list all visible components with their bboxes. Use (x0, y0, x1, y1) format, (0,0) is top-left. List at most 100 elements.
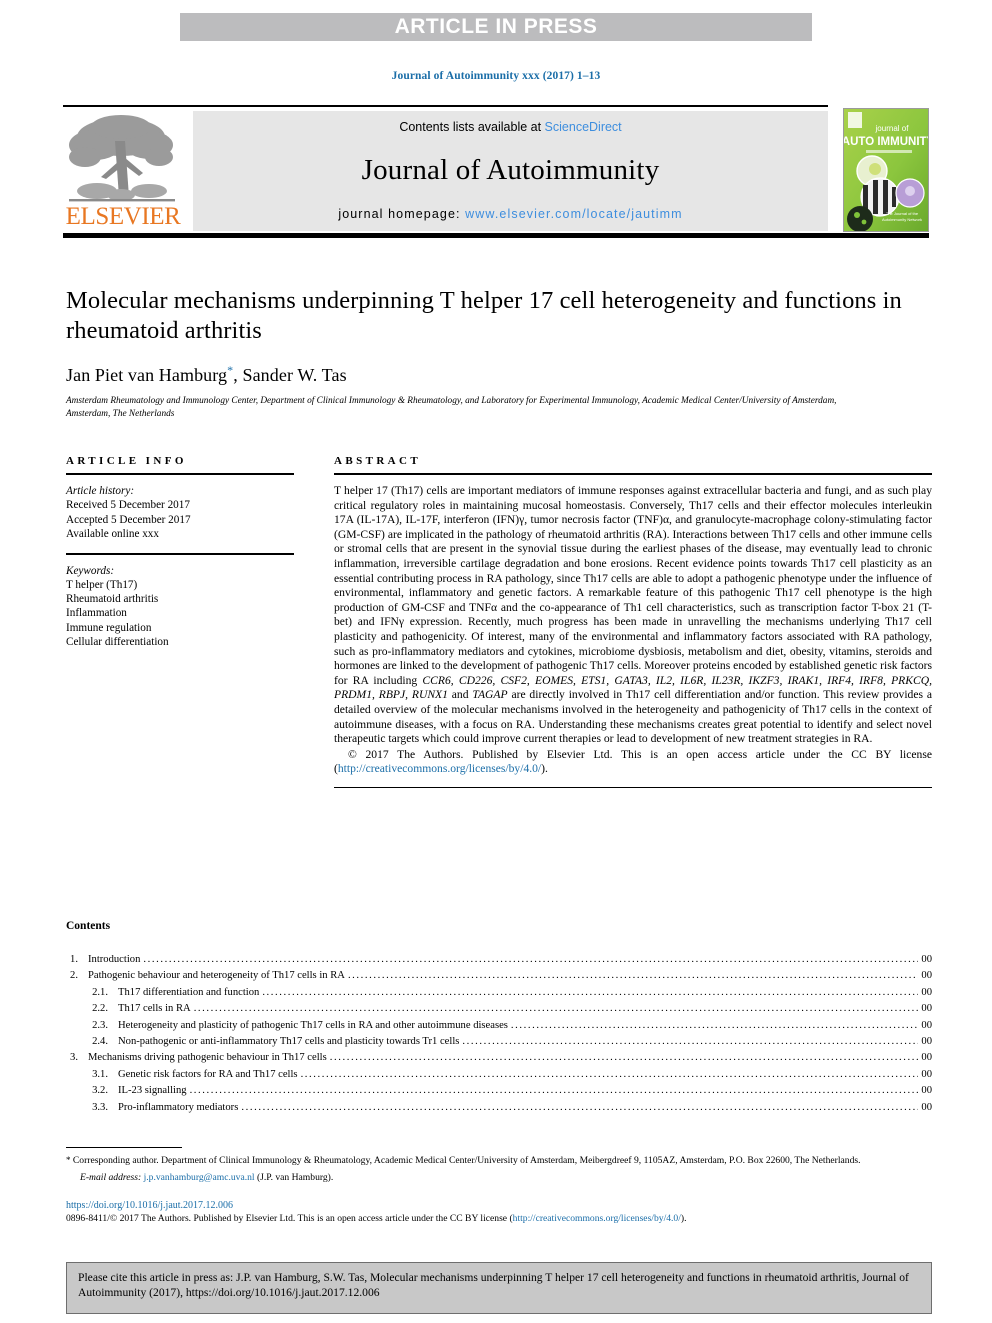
toc-label: Mechanisms driving pathogenic behaviour … (88, 1052, 327, 1064)
toc-leader-dots: ........................................… (510, 1019, 919, 1031)
toc-entry[interactable]: 1. Introduction ........................… (66, 952, 932, 968)
issn-end: ). (680, 1213, 687, 1225)
toc-number: 2.1. (92, 986, 108, 998)
journal-title: Journal of Autoimmunity (361, 154, 660, 186)
toc-label: Introduction (88, 954, 141, 965)
toc-number: 2.3. (92, 1019, 108, 1031)
toc-label: Th17 differentiation and function (118, 986, 260, 998)
toc-number: 2.4. (92, 1036, 108, 1048)
keyword-item: T helper (Th17) (66, 578, 138, 591)
toc-leader-dots: ........................................… (193, 1003, 919, 1015)
citation-text: Please cite this article in press as: J.… (78, 1271, 909, 1300)
toc-entry[interactable]: 2.3. Heterogeneity and plasticity of pat… (66, 1018, 932, 1034)
doi-link[interactable]: https://doi.org/10.1016/j.jaut.2017.12.0… (66, 1200, 932, 1211)
toc-entry[interactable]: 3.1. Genetic risk factors for RA and Th1… (66, 1067, 932, 1083)
issn-copyright-line: 0896-8411/© 2017 The Authors. Published … (66, 1213, 932, 1226)
elsevier-logo: ELSEVIER (63, 111, 183, 233)
author-secondary: , Sander W. Tas (233, 365, 347, 385)
toc-entry[interactable]: 3.2. IL-23 signalling ..................… (66, 1083, 932, 1099)
masthead-bottom-rule (63, 233, 929, 238)
article-history-received: Received 5 December 2017 (66, 499, 190, 512)
masthead-top-rule (63, 105, 828, 107)
keywords-divider-rule (66, 553, 294, 555)
toc-entry[interactable]: 3.3. Pro-inflammatory mediators ........… (66, 1100, 932, 1116)
toc-label: IL-23 signalling (118, 1085, 187, 1097)
keywords-label: Keywords: (66, 564, 115, 577)
corresponding-author-note: * Corresponding author. Department of Cl… (66, 1154, 932, 1168)
toc-entry[interactable]: 2. Pathogenic behaviour and heterogeneit… (66, 968, 932, 984)
abstract-rule (334, 473, 932, 475)
toc-leader-dots: ........................................… (329, 1052, 919, 1064)
toc-leader-dots: ........................................… (462, 1036, 918, 1048)
corresponding-author-text: Corresponding author. Department of Clin… (70, 1155, 861, 1167)
toc-label: Pathogenic behaviour and heterogeneity o… (88, 970, 345, 982)
toc-leader-dots: ........................................… (347, 970, 918, 982)
keyword-item: Cellular differentiation (66, 636, 169, 649)
article-info-heading: ARTICLE INFO (66, 455, 187, 467)
contents-available-prefix: Contents lists available at (399, 120, 545, 134)
keyword-item: Rheumatoid arthritis (66, 593, 159, 606)
toc-number: 3.1. (92, 1068, 108, 1080)
cc-license-link[interactable]: http://creativecommons.org/licenses/by/4… (338, 762, 541, 775)
toc-page-number: 00 (921, 1068, 932, 1080)
toc-label: Th17 cells in RA (118, 1003, 191, 1015)
toc-entry[interactable]: 3. Mechanisms driving pathogenic behavio… (66, 1050, 932, 1066)
svg-text:journal of: journal of (875, 124, 910, 133)
abstract-copyright: © 2017 The Authors. Published by Elsevie… (334, 748, 932, 777)
sciencedirect-link[interactable]: ScienceDirect (545, 120, 622, 134)
svg-text:The Journal of the: The Journal of the (886, 211, 919, 216)
toc-page-number: 00 (921, 986, 932, 998)
email-link[interactable]: j.p.vanhamburg@amc.uva.nl (144, 1172, 255, 1183)
toc-page-number: 00 (921, 1036, 932, 1048)
toc-page-number: 00 (921, 954, 932, 965)
abstract-end-rule (334, 786, 932, 789)
article-info-rule (66, 473, 294, 475)
article-in-press-banner: ARTICLE IN PRESS (180, 13, 812, 41)
elsevier-wordmark: ELSEVIER (65, 203, 181, 230)
article-history-accepted: Accepted 5 December 2017 (66, 513, 191, 526)
article-history-online: Available online xxx (66, 527, 159, 540)
footnotes-section: * Corresponding author. Department of Cl… (66, 1147, 932, 1226)
toc-leader-dots: ........................................… (189, 1085, 919, 1097)
keyword-item: Immune regulation (66, 621, 152, 634)
citation-box: Please cite this article in press as: J.… (66, 1262, 932, 1314)
journal-homepage-line: journal homepage: www.elsevier.com/locat… (338, 207, 682, 221)
toc-number: 1. (70, 954, 78, 965)
toc-entry[interactable]: 2.2. Th17 cells in RA ..................… (66, 1001, 932, 1017)
toc-entry[interactable]: 2.1. Th17 differentiation and function .… (66, 985, 932, 1001)
email-label: E-mail address: (80, 1171, 142, 1183)
title-block: Molecular mechanisms underpinning T help… (66, 286, 931, 420)
toc-number: 3. (70, 1052, 78, 1064)
abstract-heading: ABSTRACT (334, 455, 422, 467)
abstract-text: T helper 17 (Th17) cells are important m… (334, 484, 932, 747)
toc-number: 3.2. (92, 1085, 108, 1097)
elsevier-tree-icon (69, 115, 175, 202)
page-title: Molecular mechanisms underpinning T help… (66, 287, 902, 344)
toc-page-number: 00 (921, 1052, 932, 1064)
toc-leader-dots: ........................................… (262, 986, 919, 998)
toc-number: 3.3. (92, 1101, 108, 1113)
keywords-section: Keywords: T helper (Th17) Rheumatoid art… (66, 564, 294, 650)
abstract-gene-conjunction: and (447, 688, 473, 702)
journal-cover-art-icon: journal of AUTO IMMUNITY The Journal of … (844, 109, 928, 231)
abstract-gene-last: TAGAP (472, 688, 508, 702)
toc-page-number: 00 (921, 1019, 932, 1031)
homepage-link[interactable]: www.elsevier.com/locate/jautimm (465, 207, 683, 221)
issn-cc-link[interactable]: http://creativecommons.org/licenses/by/4… (513, 1213, 681, 1224)
toc-page-number: 00 (921, 1003, 932, 1015)
homepage-prefix: journal homepage: (338, 207, 466, 221)
toc-number: 2. (70, 970, 78, 982)
affiliation: Amsterdam Rheumatology and Immunology Ce… (66, 396, 837, 419)
toc-page-number: 00 (921, 1101, 932, 1113)
article-info-column: ARTICLE INFO Article history: Received 5… (66, 455, 294, 649)
contents-heading: Contents (66, 920, 111, 932)
issn-prefix: 0896-8411/© 2017 The Authors. Published … (66, 1213, 513, 1225)
journal-contents-box: Contents lists available at ScienceDirec… (193, 111, 828, 231)
toc-entry[interactable]: 2.4. Non-pathogenic or anti-inflammatory… (66, 1034, 932, 1050)
article-history: Article history: Received 5 December 201… (66, 484, 294, 541)
svg-text:Autoimmunity Network: Autoimmunity Network (882, 217, 922, 222)
abstract-part-one: T helper 17 (Th17) cells are important m… (334, 484, 932, 687)
toc-leader-dots: ........................................… (143, 954, 919, 965)
article-in-press-label: ARTICLE IN PRESS (394, 15, 598, 38)
toc-number: 2.2. (92, 1003, 108, 1015)
